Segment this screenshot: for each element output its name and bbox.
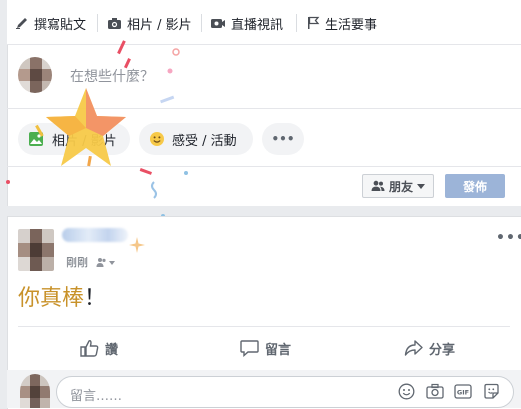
pencil-icon bbox=[16, 18, 27, 29]
like-button[interactable]: 讚 bbox=[80, 338, 118, 358]
share-button[interactable]: 分享 bbox=[404, 338, 455, 358]
post-text-highlight: 你真棒 bbox=[18, 286, 85, 311]
emoji-icon[interactable] bbox=[398, 383, 415, 400]
comment-icon bbox=[240, 340, 259, 357]
gif-icon[interactable]: GIF bbox=[454, 383, 472, 400]
comment-input[interactable] bbox=[56, 376, 514, 408]
like-icon bbox=[80, 340, 99, 357]
sparkle-icon bbox=[129, 237, 145, 253]
post-text: 你真棒！ bbox=[18, 280, 106, 312]
post-timestamp[interactable]: 剛剛 bbox=[66, 254, 88, 270]
confetti-decoration bbox=[6, 40, 188, 218]
friends-audience-icon[interactable] bbox=[96, 257, 116, 267]
camera-icon[interactable] bbox=[426, 383, 444, 400]
comment-label: 留言 bbox=[265, 342, 292, 358]
divider bbox=[18, 326, 510, 327]
share-icon bbox=[404, 340, 423, 356]
comment-button[interactable]: 留言 bbox=[240, 338, 291, 358]
comment-placeholder: 留言…… bbox=[70, 389, 123, 404]
post-more-button[interactable]: ••• bbox=[496, 230, 521, 246]
share-label: 分享 bbox=[429, 342, 456, 358]
sticker-icon[interactable] bbox=[483, 383, 500, 400]
svg-text:GIF: GIF bbox=[457, 389, 469, 397]
post-meta: 剛剛 bbox=[66, 254, 116, 270]
video-camera-icon bbox=[211, 18, 225, 28]
post-author-avatar[interactable] bbox=[18, 229, 54, 271]
like-label: 讚 bbox=[105, 342, 119, 358]
post-text-rest: ！ bbox=[84, 286, 107, 311]
flag-icon bbox=[308, 16, 320, 29]
camera-icon bbox=[108, 17, 121, 29]
post-author-name[interactable] bbox=[62, 228, 128, 242]
comment-avatar bbox=[20, 374, 50, 408]
